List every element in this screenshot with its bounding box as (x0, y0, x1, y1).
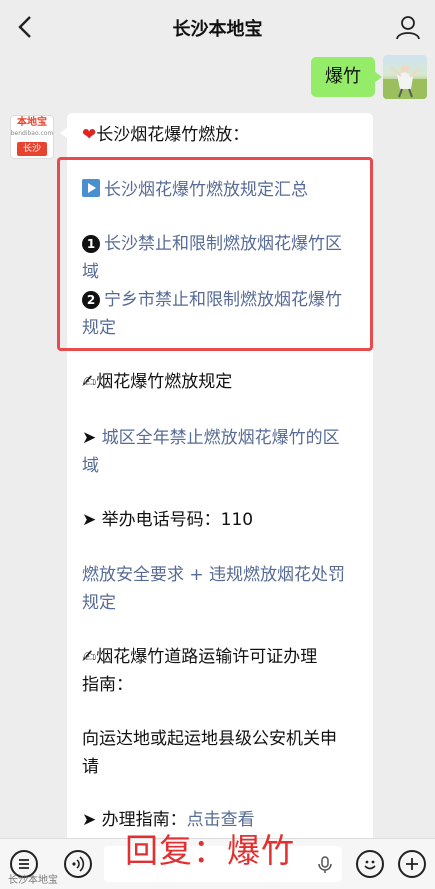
guide-link[interactable]: 点击查看 (187, 810, 255, 830)
citywide-line1[interactable]: ➤ 城区全年禁止燃放烟花爆竹的区 (82, 424, 364, 452)
phone-prefix: 举办电话号码： (101, 510, 221, 530)
arrow-icon: ➤ (82, 510, 102, 530)
user-avatar[interactable] (383, 55, 427, 99)
chat-title: 长沙本地宝 (172, 19, 263, 40)
citywide-link-text[interactable]: 城区全年禁止燃放烟花爆竹的区 (102, 428, 340, 448)
safety-line1[interactable]: 燃放安全要求 + 违规燃放烟花处罚 (82, 561, 364, 589)
person-icon[interactable] (395, 14, 421, 40)
phone-line: ➤ 举办电话号码：110 (82, 506, 364, 534)
phone-number: 110 (220, 510, 254, 530)
mic-icon[interactable] (318, 856, 332, 874)
user-message-bubble[interactable]: 爆竹 (311, 57, 382, 97)
emoji-icon[interactable] (356, 850, 384, 878)
voice-icon[interactable] (64, 850, 92, 878)
avatar-city: 长沙 (17, 142, 47, 156)
arrow-icon: ➤ (82, 428, 102, 448)
section2-line2: 指南： (82, 675, 133, 695)
avatar-brand: 本地宝 (17, 117, 47, 128)
intro-text: 长沙烟花爆竹燃放： (96, 125, 250, 145)
section1-title-text: 烟花爆竹燃放规定 (96, 372, 233, 392)
apply-line1: 向运达地或起运地县级公安机关申 (82, 729, 337, 749)
watermark-text: 长沙本地宝 (8, 875, 58, 886)
reply-instruction-overlay: 回复：爆竹 (125, 831, 295, 870)
arrow-icon: ➤ (82, 810, 102, 830)
bot-avatar[interactable]: 本地宝 bendibao.com 长沙 (10, 115, 54, 159)
citywide-line2[interactable]: 域 (82, 452, 364, 480)
guide-prefix: 办理指南： (101, 810, 187, 830)
section1-title: ✍烟花爆竹燃放规定 (82, 368, 364, 396)
highlight-box (57, 157, 373, 351)
top-bar: 长沙本地宝 (0, 0, 435, 56)
avatar-domain: bendibao.com (10, 130, 54, 137)
safety-line2[interactable]: 规定 (82, 589, 364, 617)
section2-line1: ✍烟花爆竹道路运输许可证办理 (82, 643, 364, 671)
section2-title-text: 烟花爆竹道路运输许可证办理 (96, 647, 318, 667)
apply-line2: 请 (82, 757, 99, 777)
intro-line: ❤长沙烟花爆竹燃放： (82, 121, 364, 149)
writing-hand-icon: ✍ (82, 372, 97, 392)
heart-icon: ❤ (82, 125, 97, 145)
writing-hand-icon: ✍ (82, 647, 97, 667)
plus-icon[interactable] (398, 850, 426, 878)
guide-line: ➤ 办理指南：点击查看 (82, 806, 364, 834)
